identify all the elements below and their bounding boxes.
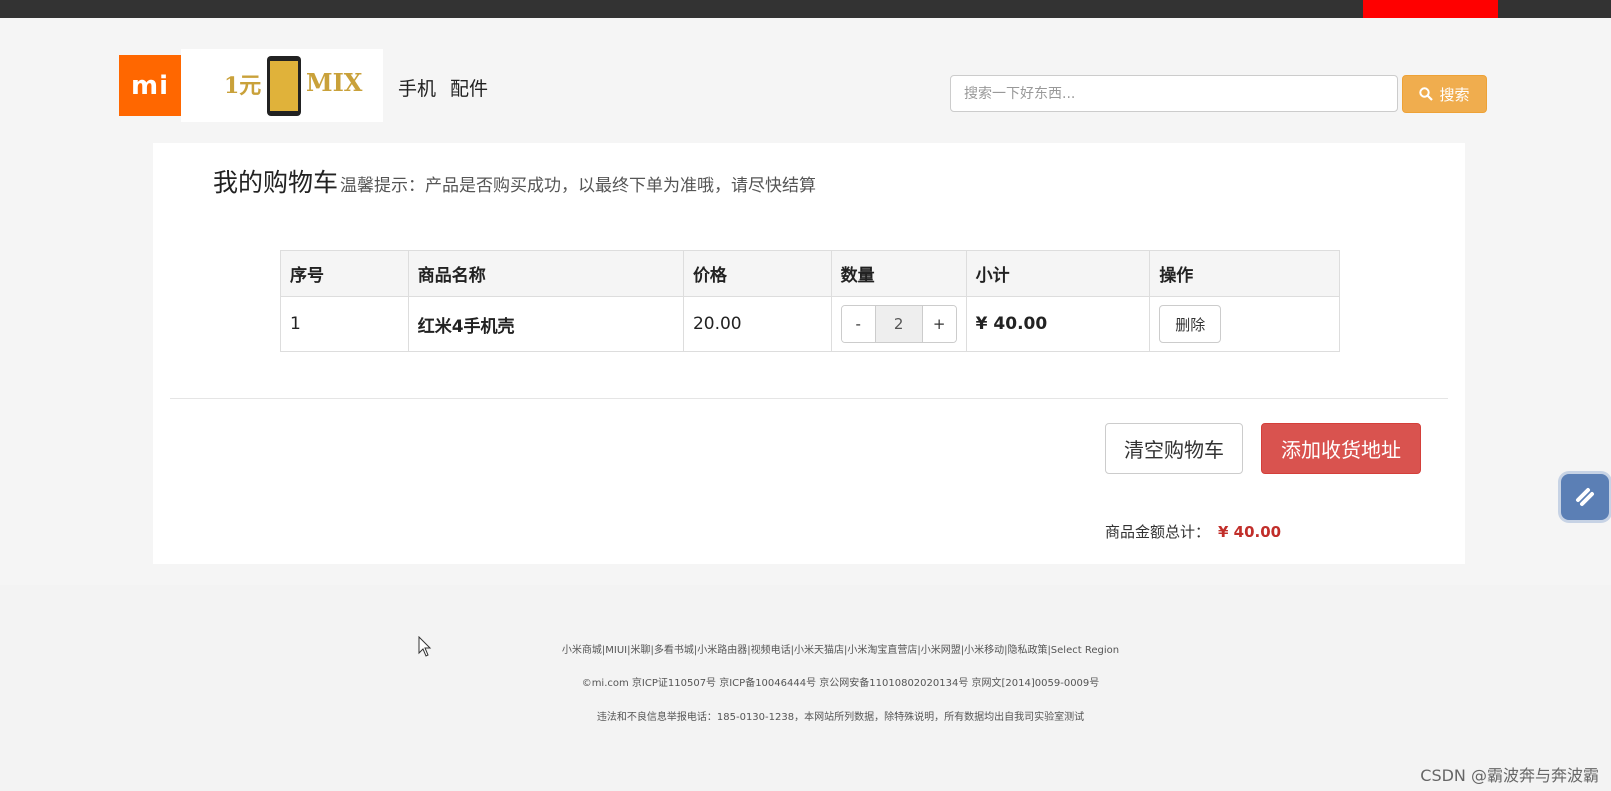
cart-heading: 我的购物车 温馨提示：产品是否购买成功，以最终下单为准哦，请尽快结算 <box>213 163 816 199</box>
search-button-label: 搜索 <box>1439 85 1470 104</box>
top-bar <box>0 0 1611 18</box>
search-button[interactable]: 搜索 <box>1402 75 1487 113</box>
main-nav: 手机 配件 <box>398 74 502 101</box>
nav-item-phones[interactable]: 手机 <box>398 78 436 100</box>
cursor-icon <box>418 636 432 657</box>
cell-action: 删除 <box>1149 296 1340 352</box>
top-cart-button[interactable] <box>1363 0 1498 18</box>
increase-button[interactable]: + <box>922 306 956 342</box>
cell-subtotal: ¥ 40.00 <box>965 296 1151 352</box>
total-label: 商品金额总计： <box>1105 523 1211 541</box>
delete-button[interactable]: 删除 <box>1159 305 1222 343</box>
cell-index: 1 <box>280 296 409 352</box>
cart-panel: 我的购物车 温馨提示：产品是否购买成功，以最终下单为准哦，请尽快结算 序号 商品… <box>153 143 1465 564</box>
promo-banner[interactable]: 1元 MIX <box>181 49 383 122</box>
total-amount: ¥ 40.00 <box>1218 523 1282 541</box>
cart-table: 序号 商品名称 价格 数量 小计 操作 1 红米4手机壳 20.00 - 2 + <box>280 250 1340 352</box>
table-row: 1 红米4手机壳 20.00 - 2 + ¥ 40.00 删除 <box>280 296 1340 352</box>
page-title: 我的购物车 <box>213 168 339 197</box>
quantity-stepper: - 2 + <box>840 305 957 343</box>
cell-quantity: - 2 + <box>830 296 967 352</box>
divider <box>170 398 1448 399</box>
column-header-price: 价格 <box>682 250 832 297</box>
clear-cart-button[interactable]: 清空购物车 <box>1105 423 1243 474</box>
footer-license: ©mi.com 京ICP证110507号 京ICP备10046444号 京公网安… <box>581 678 1100 689</box>
side-widget-icon <box>1576 488 1594 506</box>
watermark: CSDN @霸波奔与奔波霸 <box>1420 766 1599 785</box>
search-input[interactable] <box>950 75 1398 112</box>
mi-logo[interactable]: mi <box>119 55 181 116</box>
banner-image: 1元 MIX <box>224 56 363 116</box>
table-header-row: 序号 商品名称 价格 数量 小计 操作 <box>280 250 1340 297</box>
column-header-subtotal: 小计 <box>965 250 1151 297</box>
quantity-value[interactable]: 2 <box>874 306 923 342</box>
decrease-button[interactable]: - <box>841 306 875 342</box>
search-icon <box>1419 87 1434 101</box>
column-header-action: 操作 <box>1149 250 1340 297</box>
banner-text: 1元 <box>224 73 261 99</box>
site-header: mi 1元 MIX 手机 配件 搜索 <box>0 18 1611 138</box>
add-address-button[interactable]: 添加收货地址 <box>1261 423 1421 474</box>
cell-product-name: 红米4手机壳 <box>407 296 684 352</box>
column-header-name: 商品名称 <box>407 250 684 297</box>
column-header-index: 序号 <box>280 250 409 297</box>
column-header-quantity: 数量 <box>830 250 967 297</box>
cart-total: 商品金额总计： ¥ 40.00 <box>1105 521 1281 542</box>
cart-tip: 温馨提示：产品是否购买成功，以最终下单为准哦，请尽快结算 <box>340 176 817 196</box>
site-footer: 小米商城|MIUI|米聊|多看书城|小米路由器|视频电话|小米天猫店|小米淘宝直… <box>0 585 1611 791</box>
footer-links[interactable]: 小米商城|MIUI|米聊|多看书城|小米路由器|视频电话|小米天猫店|小米淘宝直… <box>0 641 1611 656</box>
banner-mix-text: MIX <box>306 68 363 97</box>
cell-price: 20.00 <box>682 296 832 352</box>
side-widget-button[interactable] <box>1561 474 1609 520</box>
footer-notice: 违法和不良信息举报电话：185-0130-1238，本网站所列数据，除特殊说明，… <box>596 712 1085 723</box>
nav-item-accessories[interactable]: 配件 <box>450 78 488 100</box>
